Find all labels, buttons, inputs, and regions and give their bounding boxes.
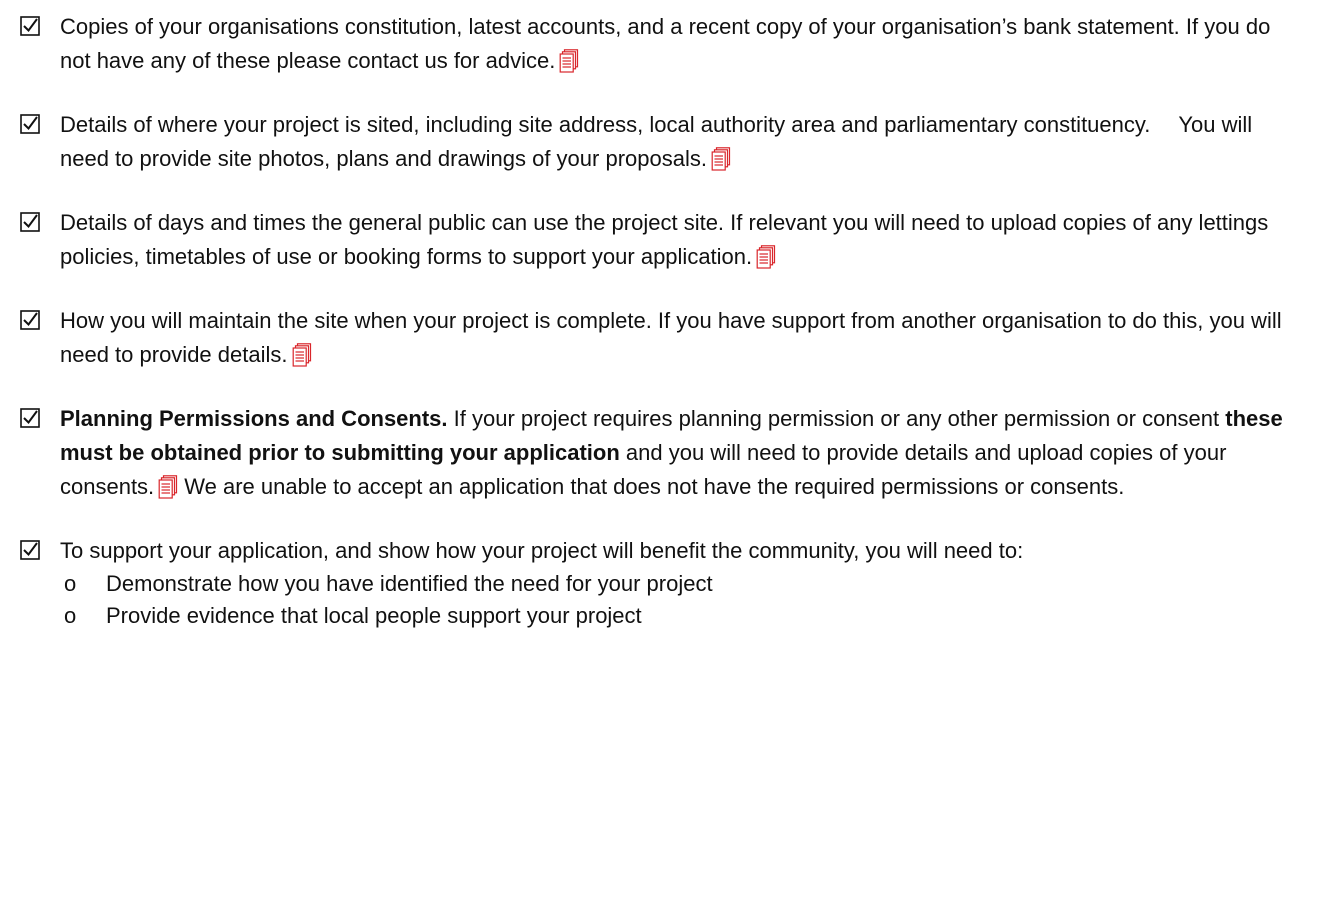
checkbox-checked-icon — [20, 540, 40, 560]
checklist-item-text: How you will maintain the site when your… — [60, 308, 1282, 367]
sub-list-item: o Demonstrate how you have identified th… — [60, 568, 1306, 600]
checkbox-checked-icon — [20, 408, 40, 428]
checkbox-checked-icon — [20, 310, 40, 330]
sub-list-item-text: Demonstrate how you have identified the … — [106, 571, 713, 596]
checklist-item-text: We are unable to accept an application t… — [178, 474, 1125, 499]
checklist-page: Copies of your organisations constitutio… — [0, 0, 1326, 915]
checklist-item-heading: Planning Permissions and Consents. — [60, 406, 448, 431]
document-icon — [559, 49, 579, 73]
checkbox-checked-icon — [20, 16, 40, 36]
checklist-item-text: Copies of your organisations constitutio… — [60, 14, 1271, 73]
checklist-item-text: To support your application, and show ho… — [60, 538, 1024, 563]
sub-list-item-text: Provide evidence that local people suppo… — [106, 603, 642, 628]
checklist-item-site-details: Details of where your project is sited, … — [20, 108, 1306, 176]
document-icon — [292, 343, 312, 367]
checklist-item-constitution: Copies of your organisations constitutio… — [20, 10, 1306, 78]
checklist-item-text: Details of where your project is sited, … — [60, 112, 1151, 137]
sub-list: o Demonstrate how you have identified th… — [60, 568, 1306, 632]
sub-list-item: o Provide evidence that local people sup… — [60, 600, 1306, 632]
document-icon — [711, 147, 731, 171]
checklist-item-planning-permissions: Planning Permissions and Consents. If yo… — [20, 402, 1306, 504]
sub-bullet: o — [64, 571, 77, 596]
checklist-item-maintenance: How you will maintain the site when your… — [20, 304, 1306, 372]
checklist-item-public-access: Details of days and times the general pu… — [20, 206, 1306, 274]
checklist-item-text: Details of days and times the general pu… — [60, 210, 1269, 269]
checklist-item-text: If your project requires planning permis… — [447, 406, 1226, 431]
checkbox-checked-icon — [20, 212, 40, 232]
checkbox-checked-icon — [20, 114, 40, 134]
document-icon — [756, 245, 776, 269]
document-icon — [158, 475, 178, 499]
sub-bullet: o — [64, 603, 77, 628]
checklist-item-community-benefit: To support your application, and show ho… — [20, 534, 1306, 632]
